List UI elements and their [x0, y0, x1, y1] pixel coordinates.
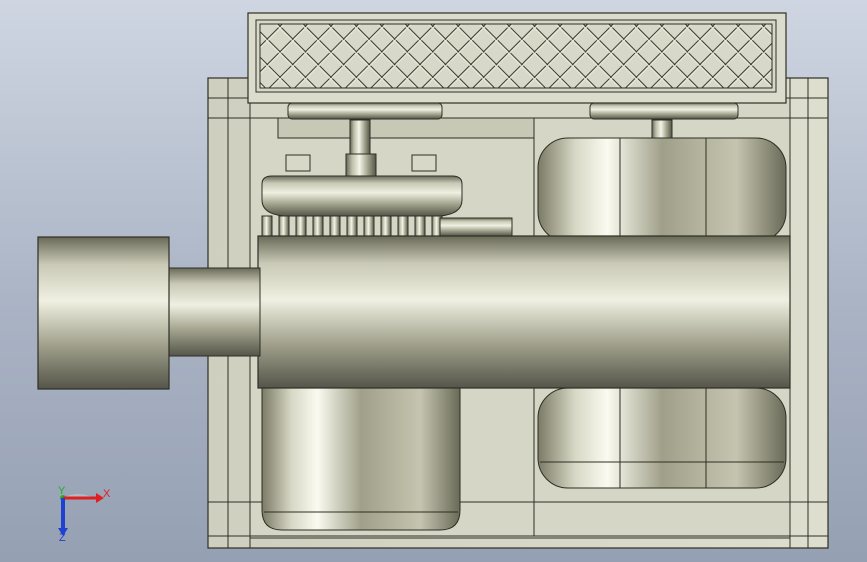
axis-triad: X Y Z [58, 485, 111, 544]
gear-tooth [363, 215, 375, 237]
drive-hub [261, 153, 463, 217]
gear-tooth [312, 215, 324, 237]
gear-tooth [346, 215, 358, 237]
shaft-neck [167, 267, 261, 357]
main-cylinder [257, 235, 791, 389]
x-axis-label: X [103, 488, 111, 500]
cad-viewport[interactable]: X Y Z [0, 0, 867, 562]
gear-tooth [295, 215, 307, 237]
gear-tooth [414, 215, 426, 237]
gear-teeth [261, 215, 443, 237]
gear-tooth [380, 215, 392, 237]
left-end-block [37, 236, 170, 390]
lower-drum [261, 387, 461, 531]
gear-tooth [329, 215, 341, 237]
machine-drawing: X Y Z [37, 12, 829, 549]
mesh-guard [247, 12, 787, 104]
y-axis-label: Y [58, 485, 66, 497]
gear-tooth [397, 215, 409, 237]
gear-tooth [261, 215, 273, 237]
shaft-coupling [439, 217, 513, 237]
gear-tooth [278, 215, 290, 237]
z-axis-label: Z [59, 532, 66, 544]
